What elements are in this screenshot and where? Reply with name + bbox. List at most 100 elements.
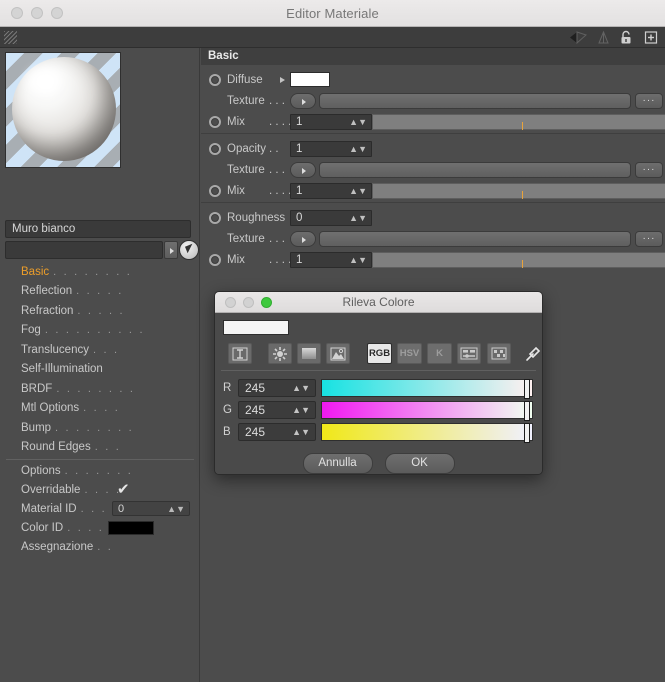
- value-field[interactable]: 1 ▲▼: [290, 141, 372, 157]
- material-search-row: [5, 240, 199, 262]
- sidebar-item-material-id[interactable]: Material ID . . . . . 0 ▲▼: [0, 499, 200, 519]
- overridable-checkbox[interactable]: ✔: [117, 482, 130, 497]
- color-wheel-icon-glyph: [269, 344, 291, 363]
- eyedropper-icon[interactable]: [521, 343, 542, 364]
- mode-k[interactable]: K: [427, 343, 452, 364]
- channel-label: Round Edges: [21, 441, 91, 454]
- sidebar-item-fog[interactable]: Fog. . . . . . . . . .: [0, 321, 200, 341]
- sidebar-item-reflection[interactable]: Reflection. . . . .: [0, 282, 200, 302]
- channel-label: Mtl Options: [21, 402, 80, 415]
- swatches-icon[interactable]: [228, 343, 252, 364]
- image-icon[interactable]: [326, 343, 350, 364]
- toolbar-grip-icon[interactable]: [4, 31, 17, 44]
- stepper-arrows-icon[interactable]: ▲▼: [167, 502, 185, 516]
- texture-arrow-button[interactable]: [290, 231, 316, 247]
- mix-slider[interactable]: [372, 114, 665, 130]
- value-field[interactable]: 1 ▲▼: [290, 252, 372, 268]
- material-id-stepper[interactable]: 0 ▲▼: [112, 501, 190, 517]
- channel-value-input[interactable]: 245 ▲▼: [238, 423, 316, 441]
- sidebar-item-brdf[interactable]: BRDF. . . . . . . .: [0, 379, 200, 399]
- row-radio[interactable]: [209, 74, 221, 86]
- stepper-arrows-icon[interactable]: ▲▼: [349, 253, 367, 268]
- channel-dots: . . .: [94, 441, 121, 454]
- material-sidebar: Muro bianco Basic. . . . . . . . Reflecti…: [0, 48, 200, 682]
- mix-slider[interactable]: [372, 252, 665, 268]
- row-label: Texture: [227, 164, 265, 176]
- cancel-button[interactable]: Annulla: [302, 453, 373, 474]
- dialog-color-preview[interactable]: [223, 320, 289, 335]
- texture-more-button[interactable]: ···: [635, 93, 663, 109]
- row-radio[interactable]: [209, 116, 221, 128]
- sidebar-item-bump[interactable]: Bump. . . . . . . .: [0, 418, 200, 438]
- channel-dots: . . . . .: [77, 304, 125, 317]
- texture-field[interactable]: [319, 162, 631, 178]
- row-radio[interactable]: [209, 143, 221, 155]
- texture-arrow-button[interactable]: [290, 162, 316, 178]
- value-field[interactable]: 1 ▲▼: [290, 114, 372, 130]
- sidebar-item-self-illumination[interactable]: Self-Illumination: [0, 360, 200, 380]
- stepper-arrows-icon[interactable]: ▲▼: [292, 402, 310, 419]
- channel-value-input[interactable]: 245 ▲▼: [238, 401, 316, 419]
- sidebar-item-round-edges[interactable]: Round Edges. . .: [0, 438, 200, 458]
- expand-arrow-icon[interactable]: [280, 77, 285, 83]
- gradient-icon[interactable]: [297, 343, 321, 364]
- material-id-value: 0: [118, 503, 125, 516]
- channel-gradient-slider[interactable]: [321, 401, 533, 421]
- color-wheel-icon[interactable]: [268, 343, 292, 364]
- material-name-input[interactable]: Muro bianco: [5, 220, 191, 238]
- channel-gradient-slider[interactable]: [321, 379, 533, 399]
- sidebar-item-refraction[interactable]: Refraction. . . . .: [0, 301, 200, 321]
- color-id-swatch[interactable]: [108, 520, 154, 535]
- stepper-arrows-icon[interactable]: ▲▼: [349, 142, 367, 157]
- value-field[interactable]: 0 ▲▼: [290, 210, 372, 226]
- channel-label: G: [223, 404, 232, 416]
- sidebar-item-options[interactable]: Options . . . . . . .: [0, 461, 200, 481]
- channel-gradient-slider[interactable]: [321, 423, 533, 443]
- lock-icon[interactable]: [619, 29, 638, 46]
- mode-hsv[interactable]: HSV: [397, 343, 422, 364]
- arrow-picker-icon[interactable]: [179, 240, 199, 260]
- diffuse-color-swatch[interactable]: [290, 72, 330, 87]
- slider-knob[interactable]: [523, 379, 530, 399]
- ok-button[interactable]: OK: [384, 453, 455, 474]
- stepper-arrows-icon[interactable]: ▲▼: [349, 211, 367, 226]
- sidebar-item-color-id[interactable]: Color ID . . . . . . .: [0, 518, 200, 538]
- camera-icon[interactable]: [569, 29, 588, 46]
- sliders-icon[interactable]: [457, 343, 481, 364]
- light-icon[interactable]: [594, 29, 613, 46]
- channel-label: BRDF: [21, 382, 53, 395]
- texture-more-button[interactable]: ···: [635, 162, 663, 178]
- property-row-texture-4: Texture . . . ···: [201, 160, 665, 181]
- slider-knob[interactable]: [523, 401, 530, 421]
- add-icon[interactable]: [644, 29, 663, 46]
- search-input[interactable]: [5, 241, 163, 259]
- slider-tick: [522, 260, 523, 268]
- texture-field[interactable]: [319, 93, 631, 109]
- gradient-icon-glyph: [298, 344, 320, 363]
- row-radio[interactable]: [209, 212, 221, 224]
- material-preview[interactable]: [5, 52, 121, 168]
- mixer-icon[interactable]: [487, 343, 511, 364]
- row-label: Mix: [227, 116, 245, 128]
- value-field[interactable]: 1 ▲▼: [290, 183, 372, 199]
- mode-rgb[interactable]: RGB: [367, 343, 392, 364]
- stepper-arrows-icon[interactable]: ▲▼: [349, 115, 367, 130]
- row-radio[interactable]: [209, 254, 221, 266]
- stepper-arrows-icon[interactable]: ▲▼: [292, 380, 310, 397]
- stepper-arrows-icon[interactable]: ▲▼: [292, 424, 310, 441]
- property-row-mix-5: Mix. . . . . . 1 ▲▼: [201, 181, 665, 202]
- mix-slider[interactable]: [372, 183, 665, 199]
- sidebar-item-translucency[interactable]: Translucency. . .: [0, 340, 200, 360]
- sidebar-item-basic[interactable]: Basic. . . . . . . .: [0, 262, 200, 282]
- texture-more-button[interactable]: ···: [635, 231, 663, 247]
- chevron-right-icon[interactable]: [164, 241, 178, 259]
- row-radio[interactable]: [209, 185, 221, 197]
- texture-field[interactable]: [319, 231, 631, 247]
- sidebar-item-assegnazione[interactable]: Assegnazione . .: [0, 537, 200, 557]
- stepper-arrows-icon[interactable]: ▲▼: [349, 184, 367, 199]
- texture-arrow-button[interactable]: [290, 93, 316, 109]
- slider-knob[interactable]: [523, 423, 530, 443]
- channel-value-input[interactable]: 245 ▲▼: [238, 379, 316, 397]
- sidebar-item-overridable[interactable]: Overridable . . . . ✔: [0, 480, 200, 500]
- sidebar-item-mtl-options[interactable]: Mtl Options. . . .: [0, 399, 200, 419]
